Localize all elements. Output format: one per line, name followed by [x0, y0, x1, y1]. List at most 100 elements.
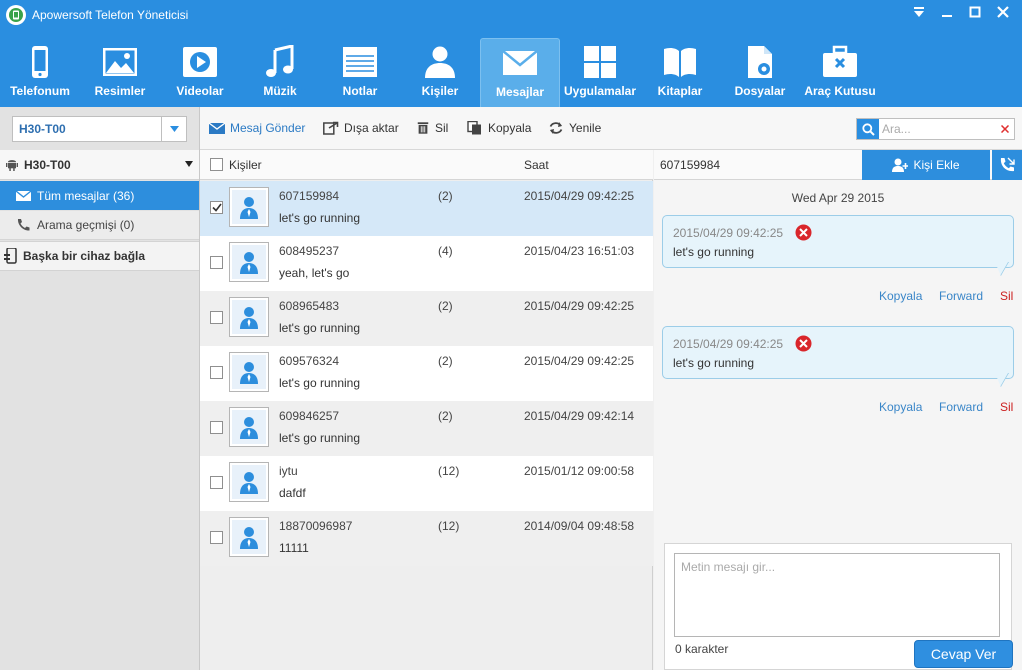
- music-icon: [260, 44, 300, 80]
- table-row[interactable]: 608965483 let's go running (2) 2015/04/2…: [200, 291, 653, 346]
- search-icon[interactable]: [857, 119, 879, 139]
- reply-textarea[interactable]: [674, 553, 1000, 637]
- conversation-header: 607159984 Kişi Ekle: [654, 150, 1022, 180]
- message-count: (4): [438, 244, 453, 258]
- checkmark-icon: [211, 203, 222, 212]
- row-checkbox[interactable]: [210, 366, 223, 379]
- mail-icon: [16, 189, 31, 201]
- reply-button[interactable]: Cevap Ver: [914, 640, 1013, 668]
- maximize-icon[interactable]: [962, 2, 988, 22]
- contact-number: 18870096987: [279, 519, 353, 533]
- table-row[interactable]: 18870096987 11111 (12) 2014/09/04 09:48:…: [200, 511, 653, 566]
- nav-arac-kutusu[interactable]: Araç Kutusu: [800, 38, 880, 102]
- copy-icon: [467, 121, 481, 135]
- nav-uygulamalar[interactable]: Uygulamalar: [560, 38, 640, 102]
- trash-icon: [417, 122, 429, 134]
- nav-kitaplar[interactable]: Kitaplar: [640, 38, 720, 102]
- row-checkbox[interactable]: [210, 421, 223, 434]
- search-input[interactable]: [879, 120, 996, 138]
- device-tree-header[interactable]: H30-T00: [0, 150, 199, 180]
- minimize-icon[interactable]: [934, 2, 960, 22]
- phone-icon: [20, 44, 60, 80]
- connect-device-icon: [4, 248, 17, 264]
- connect-device-button[interactable]: Başka bir cihaz bağla: [0, 241, 199, 271]
- nav-notlar[interactable]: Notlar: [320, 38, 400, 102]
- table-row[interactable]: 608495237 yeah, let's go (4) 2015/04/23 …: [200, 236, 653, 291]
- person-icon: [240, 252, 258, 274]
- nav-mesajlar[interactable]: Mesajlar: [480, 38, 560, 107]
- row-checkbox[interactable]: [210, 201, 223, 214]
- table-row[interactable]: 609576324 let's go running (2) 2015/04/2…: [200, 346, 653, 401]
- delete-link[interactable]: Sil: [1000, 289, 1013, 303]
- bubble-tail: [987, 373, 1009, 387]
- row-checkbox[interactable]: [210, 531, 223, 544]
- add-person-icon: [892, 158, 909, 172]
- avatar: [229, 352, 269, 392]
- avatar: [229, 407, 269, 447]
- message-count: (2): [438, 299, 453, 313]
- message-text: let's go running: [673, 245, 755, 259]
- device-select[interactable]: H30-T00: [12, 116, 187, 142]
- message-preview: dafdf: [279, 486, 306, 500]
- device-select-value: H30-T00: [19, 122, 66, 136]
- row-checkbox[interactable]: [210, 476, 223, 489]
- forward-link[interactable]: Forward: [939, 289, 983, 303]
- copy-button[interactable]: Kopyala: [467, 121, 531, 135]
- conversation-contact: 607159984: [660, 158, 721, 172]
- nav-videolar[interactable]: Videolar: [160, 38, 240, 102]
- message-count: (12): [438, 464, 460, 478]
- sidebar-item-all-messages[interactable]: Tüm mesajlar (36): [0, 181, 199, 210]
- connect-device-label: Başka bir cihaz bağla: [23, 249, 146, 263]
- column-header-time[interactable]: Saat: [524, 158, 549, 172]
- copy-link[interactable]: Kopyala: [879, 289, 922, 303]
- mail-icon: [500, 45, 540, 81]
- chevron-down-icon[interactable]: [161, 117, 186, 141]
- table-row[interactable]: iytu dafdf (12) 2015/01/12 09:00:58: [200, 456, 653, 511]
- message-preview: 11111: [279, 541, 309, 555]
- phone-call-icon: [1000, 157, 1015, 172]
- sidebar-item-label: Arama geçmişi (0): [37, 218, 135, 232]
- apps-icon: [580, 44, 620, 80]
- close-icon[interactable]: [990, 2, 1016, 22]
- avatar: [229, 462, 269, 502]
- device-tree-title: H30-T00: [24, 157, 71, 172]
- table-row[interactable]: 609846257 let's go running (2) 2015/04/2…: [200, 401, 653, 456]
- notes-icon: [340, 44, 380, 80]
- export-button[interactable]: Dışa aktar: [323, 121, 399, 135]
- menu-dropdown-icon[interactable]: [906, 2, 932, 22]
- message-bubble: 2015/04/29 09:42:25 let's go running: [662, 215, 1014, 268]
- column-header-contacts[interactable]: Kişiler: [229, 158, 262, 172]
- top-bar: Apowersoft Telefon Yöneticisi Telefonum …: [0, 0, 1022, 107]
- add-contact-button[interactable]: Kişi Ekle: [862, 150, 990, 180]
- message-preview: let's go running: [279, 211, 361, 225]
- sidebar-item-call-history[interactable]: Arama geçmişi (0): [0, 211, 199, 240]
- table-row[interactable]: 607159984 let's go running (2) 2015/04/2…: [200, 181, 653, 236]
- person-icon: [240, 527, 258, 549]
- nav-telefonum[interactable]: Telefonum: [0, 38, 80, 102]
- bubble-tail: [987, 262, 1009, 276]
- delete-link[interactable]: Sil: [1000, 400, 1013, 414]
- person-icon: [240, 472, 258, 494]
- app-logo-icon: [6, 5, 26, 25]
- error-icon: [795, 335, 812, 352]
- contact-number: 608965483: [279, 299, 340, 313]
- nav-kisiler[interactable]: Kişiler: [400, 38, 480, 102]
- clear-search-icon[interactable]: [996, 125, 1014, 133]
- title-bar: Apowersoft Telefon Yöneticisi: [6, 4, 188, 26]
- row-checkbox[interactable]: [210, 311, 223, 324]
- send-message-button[interactable]: Mesaj Gönder: [209, 121, 305, 135]
- nav-muzik[interactable]: Müzik: [240, 38, 320, 102]
- copy-link[interactable]: Kopyala: [879, 400, 922, 414]
- nav-resimler[interactable]: Resimler: [80, 38, 160, 102]
- refresh-icon: [549, 122, 563, 134]
- nav-dosyalar[interactable]: Dosyalar: [720, 38, 800, 102]
- message-count: (2): [438, 409, 453, 423]
- select-all-checkbox[interactable]: [210, 158, 223, 171]
- forward-link[interactable]: Forward: [939, 400, 983, 414]
- row-checkbox[interactable]: [210, 256, 223, 269]
- delete-button[interactable]: Sil: [416, 121, 448, 135]
- refresh-button[interactable]: Yenile: [548, 121, 601, 135]
- avatar: [229, 517, 269, 557]
- call-button[interactable]: [992, 150, 1022, 180]
- left-panel: H30-T00 H30-T00 Tüm mesajlar (36) Arama …: [0, 107, 200, 670]
